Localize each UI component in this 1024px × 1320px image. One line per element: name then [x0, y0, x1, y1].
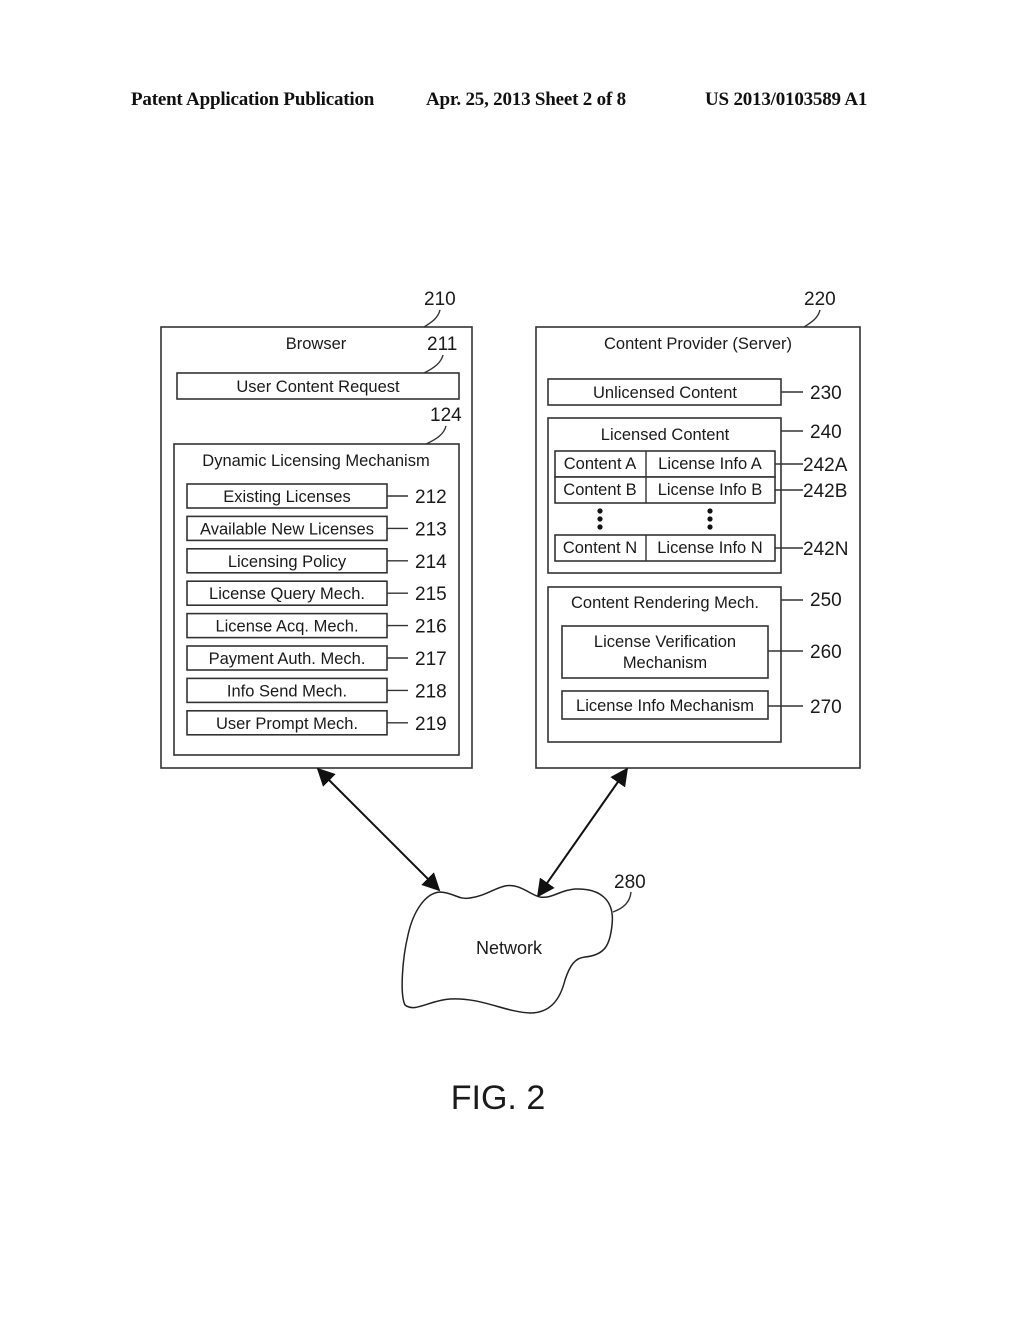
dlm-item-label: Licensing Policy: [228, 553, 347, 571]
dynamic-licensing-mechanism-title: Dynamic Licensing Mechanism: [202, 452, 429, 470]
licensed-row-info: License Info A: [658, 455, 762, 473]
server-block: 220 Content Provider (Server) Unlicensed…: [535, 289, 861, 769]
licensed-row-ref: 242N: [803, 539, 848, 560]
licensed-row-content: Content N: [563, 539, 637, 557]
server-title: Content Provider (Server): [604, 335, 792, 353]
license-verification-line1: License Verification: [594, 633, 736, 651]
dlm-item-ref: 217: [415, 649, 447, 670]
leader-220: [803, 309, 821, 328]
vertical-ellipsis-icon: [707, 508, 713, 530]
dlm-item-ref: 215: [415, 584, 447, 605]
ref-250: 250: [810, 590, 842, 611]
dlm-item-ref: 219: [415, 714, 447, 735]
dlm-item-ref: 213: [415, 519, 447, 540]
dlm-item-ref: 212: [415, 487, 447, 508]
dlm-item-ref: 216: [415, 617, 447, 638]
dlm-item-ref: 218: [415, 681, 447, 702]
license-verification-line2: Mechanism: [623, 654, 707, 672]
browser-title: Browser: [286, 335, 347, 353]
ref-211: 211: [427, 334, 457, 355]
dlm-item-ref: 214: [415, 552, 447, 573]
ref-230: 230: [810, 383, 842, 404]
browser-network-arrow: [316, 767, 441, 892]
ref-240: 240: [810, 422, 842, 443]
licensed-row-ref: 242B: [803, 481, 847, 502]
licensed-content-row: Content A License Info A 242A: [554, 450, 848, 478]
licensed-row-ref: 242A: [803, 455, 848, 476]
licensed-row-content: Content A: [564, 455, 636, 473]
network-label: Network: [476, 938, 543, 958]
leader-210: [423, 309, 441, 328]
ref-210: 210: [424, 289, 456, 310]
figure-diagram: 210 Browser 211 User Content Request 124…: [160, 289, 861, 1117]
dlm-item-label: License Query Mech.: [209, 585, 365, 603]
browser-block: 210 Browser 211 User Content Request 124…: [160, 289, 473, 769]
licensed-row-info: License Info N: [657, 539, 762, 557]
licensed-content-label: Licensed Content: [601, 426, 730, 444]
licensed-row-info: License Info B: [658, 481, 763, 499]
license-info-mechanism-label: License Info Mechanism: [576, 697, 754, 715]
ref-260: 260: [810, 642, 842, 663]
leader-280: [612, 891, 632, 913]
dlm-item-label: Info Send Mech.: [227, 682, 347, 700]
dlm-item-label: Available New Licenses: [200, 520, 374, 538]
licensed-row-content: Content B: [563, 481, 636, 499]
licensed-content-row: Content N License Info N 242N: [554, 534, 848, 562]
figure-label: FIG. 2: [451, 1079, 545, 1117]
dlm-item-label: Payment Auth. Mech.: [209, 650, 366, 668]
vertical-ellipsis-icon: [597, 508, 603, 530]
ref-270: 270: [810, 697, 842, 718]
ref-124: 124: [430, 405, 462, 426]
dlm-item-label: Existing Licenses: [223, 488, 350, 506]
licensed-content-row: Content B License Info B 242B: [554, 476, 847, 504]
unlicensed-content-label: Unlicensed Content: [593, 384, 737, 402]
user-content-request-label: User Content Request: [236, 378, 400, 396]
ref-280: 280: [614, 872, 646, 893]
dlm-item-label: User Prompt Mech.: [216, 715, 358, 733]
ref-220: 220: [804, 289, 836, 310]
dlm-item-label: License Acq. Mech.: [215, 618, 358, 636]
content-rendering-mech-label: Content Rendering Mech.: [571, 594, 759, 612]
